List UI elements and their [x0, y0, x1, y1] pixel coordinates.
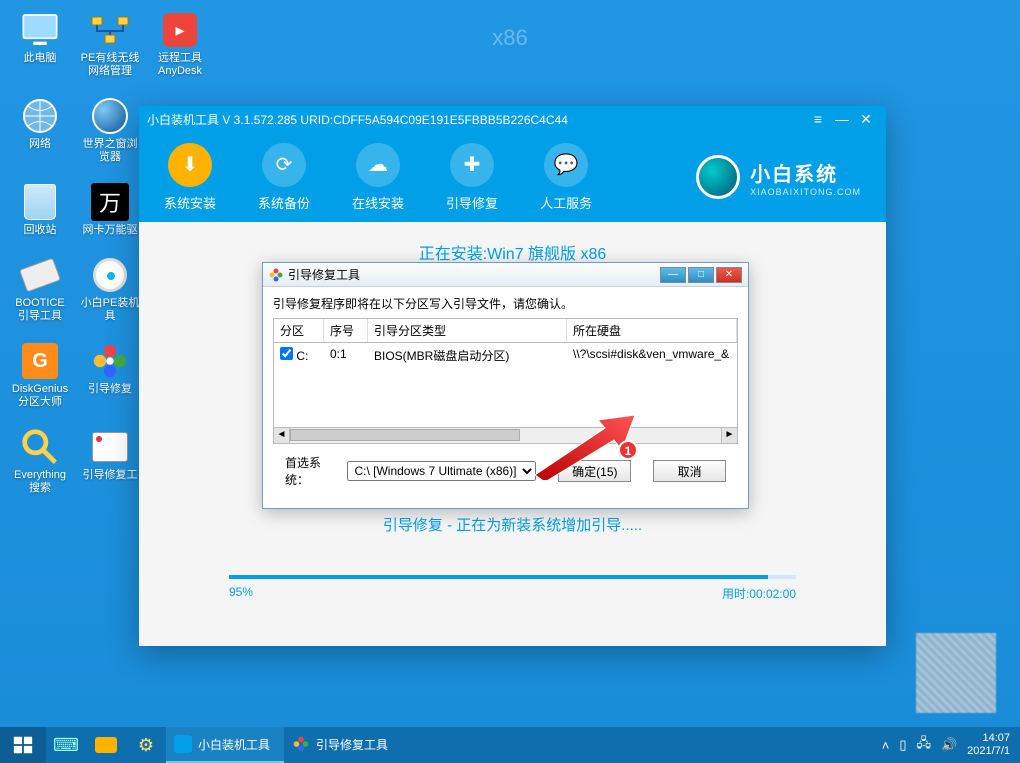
- dialog-close-button[interactable]: ✕: [716, 267, 742, 283]
- desktop-icon-bootice[interactable]: BOOTICE引导工具: [10, 255, 70, 323]
- scroll-thumb[interactable]: [290, 429, 520, 441]
- desktop-icon-pe-net[interactable]: PE有线无线网络管理: [80, 10, 140, 78]
- start-button[interactable]: [0, 727, 46, 763]
- cloud-icon: ☁: [356, 143, 400, 187]
- minimize-button[interactable]: —: [830, 111, 854, 127]
- tab-install[interactable]: ⬇系统安装: [164, 143, 216, 212]
- system-tray: ˄ ▯ 🖧 🔊 14:07 2021/7/1: [882, 732, 1020, 758]
- close-button[interactable]: ✕: [854, 111, 878, 128]
- monitor-icon: [20, 10, 60, 50]
- tab-bootrepair[interactable]: ✚引导修复: [446, 143, 498, 212]
- taskbar-explorer[interactable]: [86, 727, 126, 763]
- blurred-region: [916, 633, 996, 713]
- partition-checkbox[interactable]: [280, 347, 293, 360]
- app-icon: [174, 735, 192, 753]
- search-icon: [20, 427, 60, 467]
- flower-icon: [292, 735, 310, 753]
- desktop-icon-bootrepair2[interactable]: 引导修复工: [80, 427, 140, 495]
- desktop-icon-anydesk[interactable]: ▸远程工具AnyDesk: [150, 10, 210, 78]
- desktop-icon-browser[interactable]: 世界之窗浏览器: [80, 96, 140, 164]
- tray-network-icon[interactable]: 🖧: [916, 734, 931, 756]
- chat-icon: 💬: [544, 143, 588, 187]
- table-header: 分区 序号 引导分区类型 所在硬盘: [273, 318, 738, 343]
- bootice-icon: [20, 255, 60, 295]
- boot-repair-dialog: 引导修复工具 — □ ✕ 引导修复程序即将在以下分区写入引导文件，请您确认。 分…: [262, 262, 749, 509]
- globe-icon: [90, 96, 130, 136]
- disc-icon: [90, 255, 130, 295]
- globe-icon: [20, 96, 60, 136]
- tray-battery-icon[interactable]: ▯: [899, 737, 906, 753]
- watermark: x86: [492, 25, 527, 51]
- taskbar-item-bootrepair[interactable]: 引导修复工具: [284, 727, 402, 763]
- main-toolbar: ⬇系统安装 ⟳系统备份 ☁在线安装 ✚引导修复 💬人工服务 小白系统XIAOBA…: [139, 132, 886, 222]
- toolbox-icon: [90, 427, 130, 467]
- cancel-button[interactable]: 取消: [653, 460, 726, 482]
- taskbar-item-xiaobai[interactable]: 小白装机工具: [166, 727, 284, 763]
- ok-button[interactable]: 确定(15): [558, 460, 631, 482]
- diskgenius-icon: G: [20, 341, 60, 381]
- brand-logo-icon: [696, 155, 740, 199]
- tray-up-icon[interactable]: ˄: [882, 738, 890, 753]
- horizontal-scrollbar[interactable]: ◄ ►: [273, 428, 738, 444]
- flower-icon: [90, 341, 130, 381]
- dialog-message: 引导修复程序即将在以下分区写入引导文件，请您确认。: [273, 295, 738, 312]
- status-line: 引导修复 - 正在为新装系统增加引导.....: [169, 514, 856, 535]
- dialog-maximize-button[interactable]: □: [688, 267, 714, 283]
- scroll-left-icon[interactable]: ◄: [274, 428, 290, 443]
- tray-clock[interactable]: 14:07 2021/7/1: [967, 732, 1010, 758]
- table-row[interactable]: C: 0:1 BIOS(MBR磁盘启动分区) \\?\scsi#disk&ven…: [274, 343, 737, 368]
- dialog-minimize-button[interactable]: —: [660, 267, 686, 283]
- annotation-badge: 1: [618, 440, 638, 460]
- tab-support[interactable]: 💬人工服务: [540, 143, 592, 212]
- main-titlebar[interactable]: 小白装机工具 V 3.1.572.285 URID:CDFF5A594C09E1…: [139, 106, 886, 132]
- desktop-icon-recycle[interactable]: 回收站: [10, 182, 70, 237]
- tab-online[interactable]: ☁在线安装: [352, 143, 404, 212]
- scroll-right-icon[interactable]: ►: [721, 428, 737, 443]
- taskbar-wifi[interactable]: ⚙: [126, 727, 166, 763]
- install-title: 正在安装:Win7 旗舰版 x86: [169, 240, 856, 264]
- taskbar: ⌨ ⚙ 小白装机工具 引导修复工具 ˄ ▯ 🖧 🔊 14:07 2021/7/1: [0, 727, 1020, 763]
- brand: 小白系统XIAOBAIXITONG.COM: [696, 155, 861, 199]
- tab-backup[interactable]: ⟳系统备份: [258, 143, 310, 212]
- desktop-icon-thispc[interactable]: 此电脑: [10, 10, 70, 78]
- wan-icon: 万: [90, 182, 130, 222]
- dialog-titlebar[interactable]: 引导修复工具 — □ ✕: [263, 263, 748, 287]
- repair-icon: ✚: [450, 143, 494, 187]
- flower-icon: [269, 268, 283, 282]
- desktop-icon-network[interactable]: 网络: [10, 96, 70, 164]
- desktop-icon-netdriver[interactable]: 万网卡万能驱: [80, 182, 140, 237]
- desktop-icon-bootrepair[interactable]: 引导修复: [80, 341, 140, 409]
- desktop-icon-everything[interactable]: Everything搜索: [10, 427, 70, 495]
- progress-fill: [229, 575, 768, 579]
- tray-volume-icon[interactable]: 🔊: [941, 737, 957, 753]
- desktop-icon-diskgenius[interactable]: GDiskGenius分区大师: [10, 341, 70, 409]
- desktop-icon-xiaobai-pe[interactable]: 小白PE装机具: [80, 255, 140, 323]
- progress-percent: 95%: [229, 585, 253, 602]
- preferred-system-select[interactable]: C:\ [Windows 7 Ultimate (x86)]: [347, 461, 536, 481]
- pref-label: 首选系统：: [285, 454, 339, 488]
- download-icon: ⬇: [168, 143, 212, 187]
- windows-icon: [12, 734, 34, 756]
- progress: 95% 用时:00:02:00: [229, 575, 796, 602]
- recycle-icon: [20, 182, 60, 222]
- main-title: 小白装机工具 V 3.1.572.285 URID:CDFF5A594C09E1…: [147, 111, 568, 128]
- anydesk-icon: ▸: [160, 10, 200, 50]
- dialog-title: 引导修复工具: [288, 266, 360, 283]
- backup-icon: ⟳: [262, 143, 306, 187]
- menu-button[interactable]: ≡: [806, 111, 830, 127]
- taskbar-terminal[interactable]: ⌨: [46, 727, 86, 763]
- progress-time: 用时:00:02:00: [722, 585, 796, 602]
- network-icon: [90, 10, 130, 50]
